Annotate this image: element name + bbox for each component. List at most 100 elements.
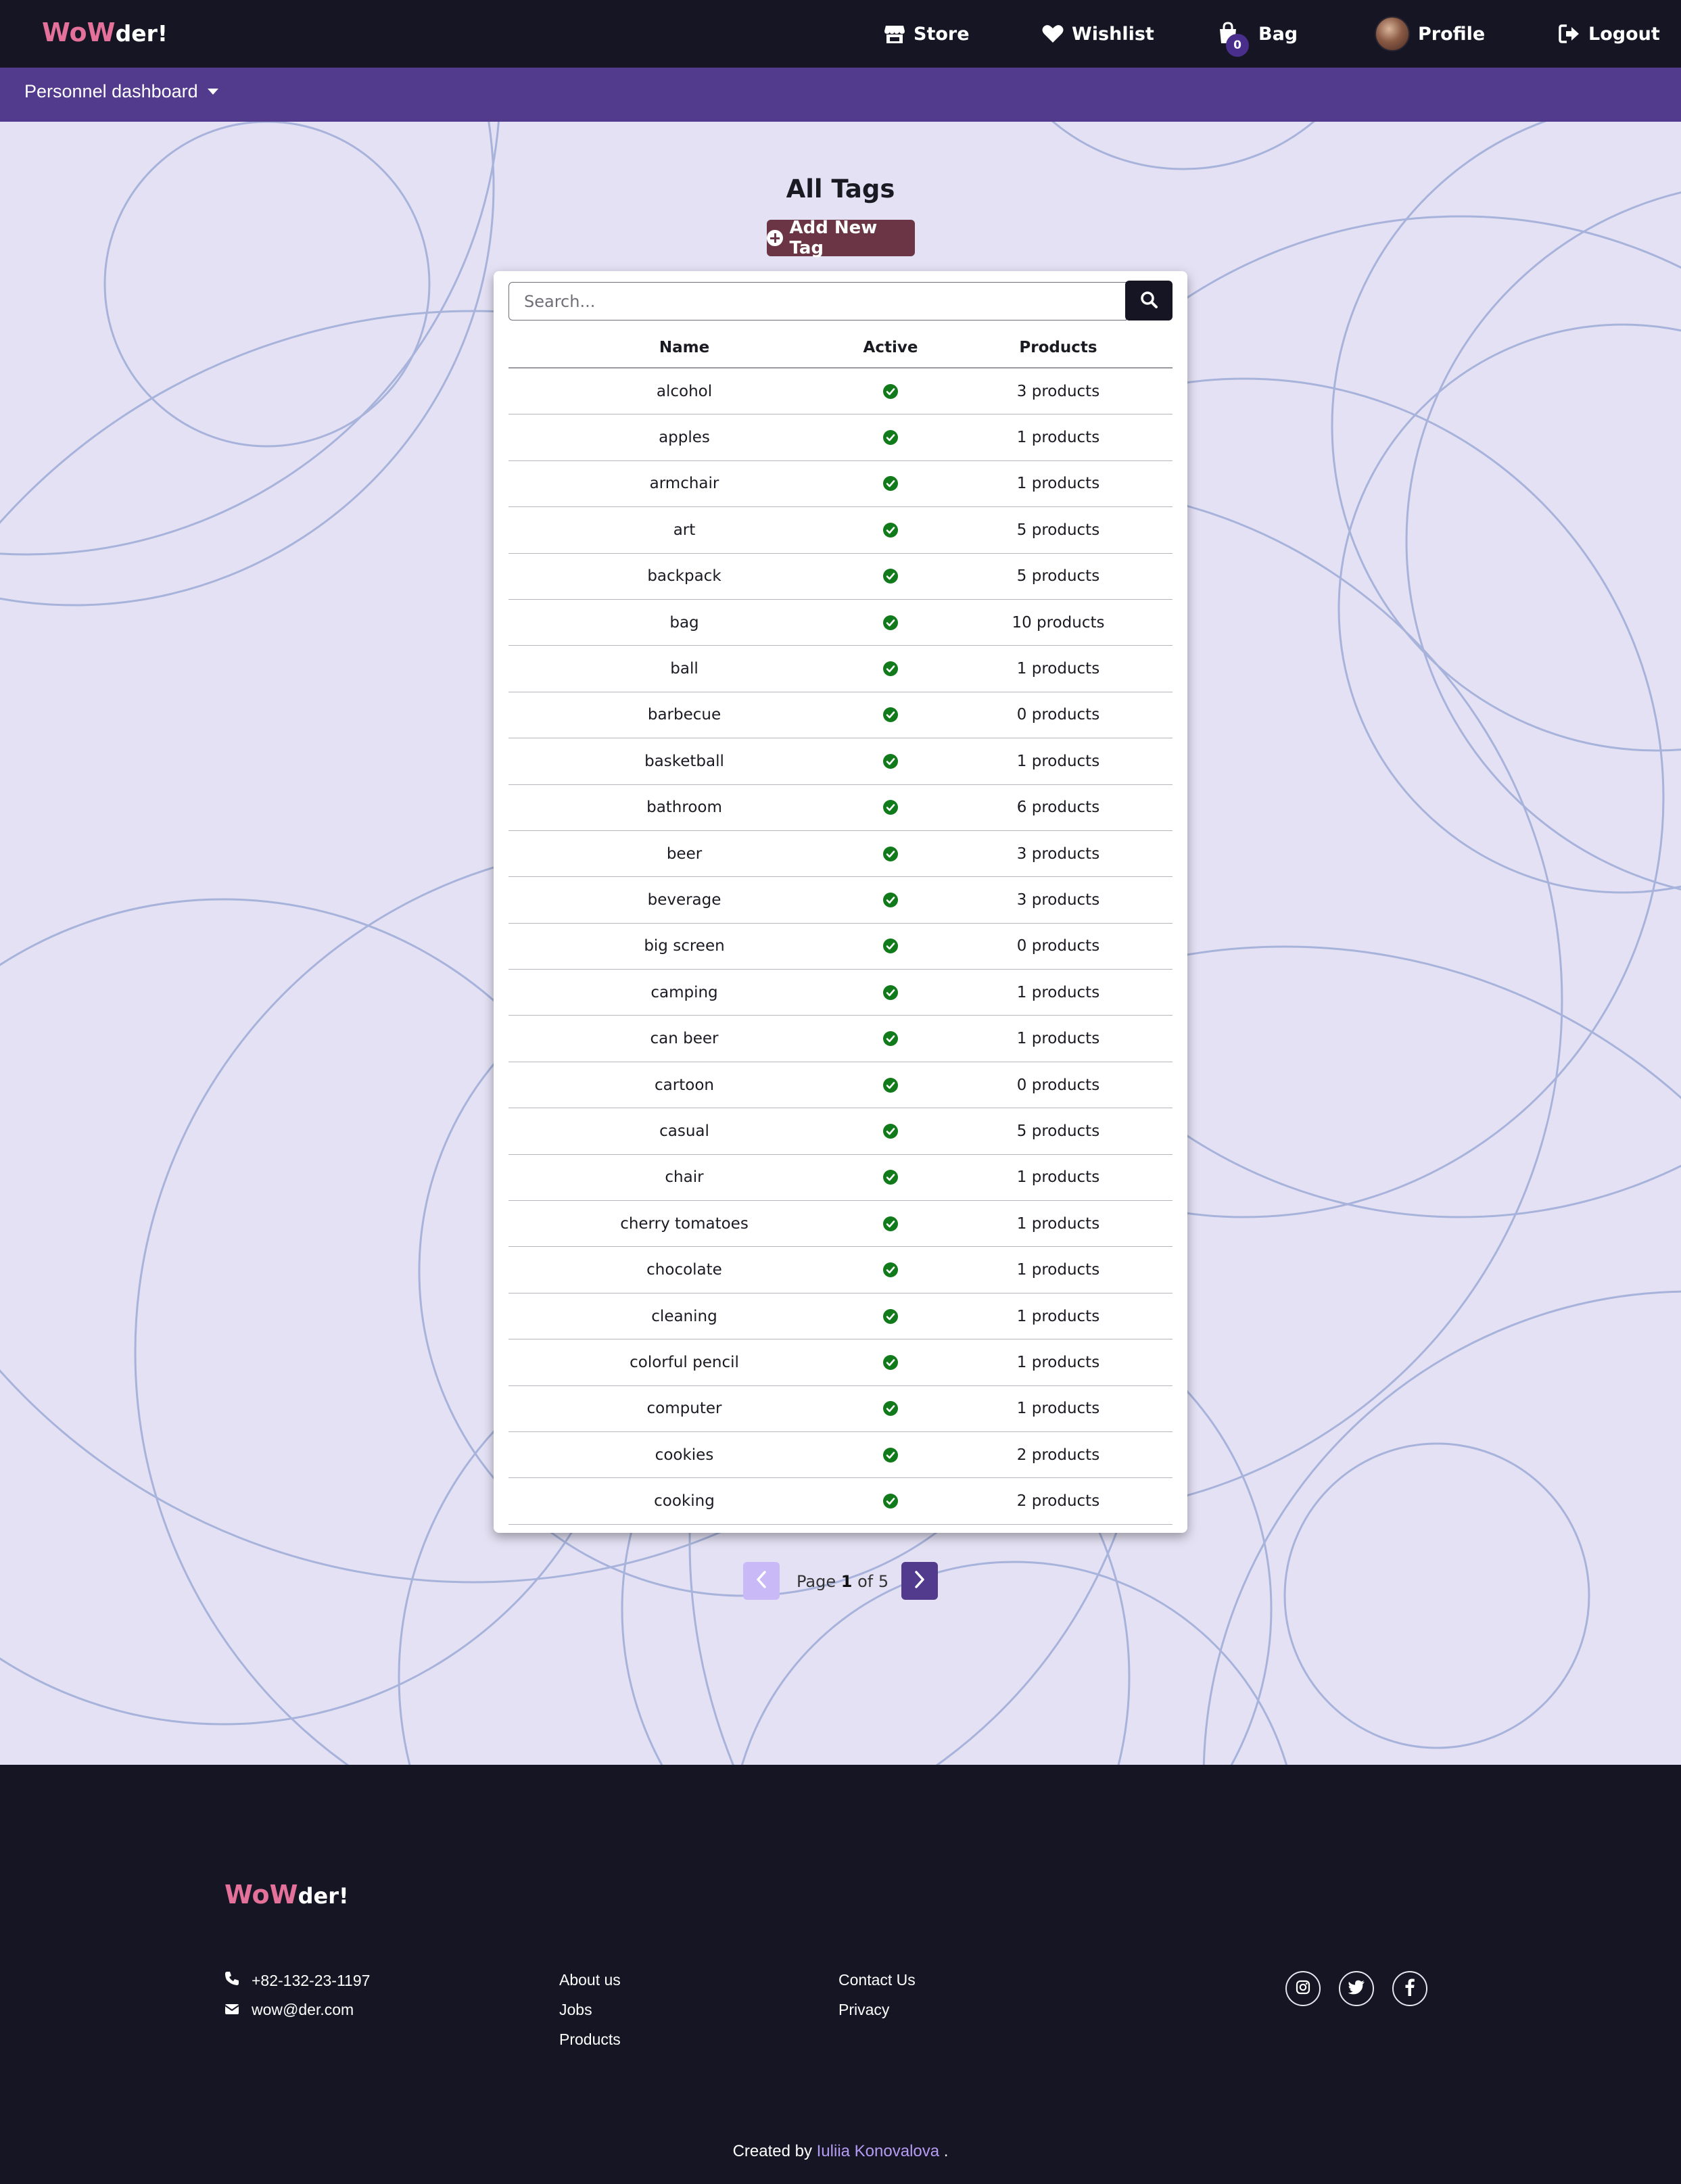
footer-link-about-us[interactable]: About us <box>559 1971 621 1989</box>
check-circle-icon <box>883 984 898 1000</box>
tag-name-cell: apples <box>659 429 710 447</box>
check-circle-icon <box>883 661 898 677</box>
tag-name-cell: ball <box>670 660 699 678</box>
check-circle-icon <box>883 615 898 630</box>
tag-products-cell: 5 products <box>1016 567 1100 586</box>
column-header-active[interactable]: Active <box>860 328 921 367</box>
facebook-link[interactable] <box>1392 1971 1427 2006</box>
table-row[interactable]: cartoon 0 products <box>508 1062 1173 1109</box>
search-input[interactable] <box>508 282 1127 321</box>
column-header-name[interactable]: Name <box>508 328 860 367</box>
table-row[interactable]: ball 1 products <box>508 646 1173 692</box>
footer-email[interactable]: wow@der.com <box>224 2001 354 2019</box>
table-row[interactable]: armchair 1 products <box>508 461 1173 508</box>
check-circle-icon <box>883 846 898 861</box>
tags-card: Name Active Products alcohol 3 products ap… <box>494 271 1187 1533</box>
column-header-products[interactable]: Products <box>982 328 1135 367</box>
tag-products-cell: 1 products <box>1016 752 1100 770</box>
nav-wishlist[interactable]: Wishlist <box>1042 20 1154 47</box>
tag-name-cell: big screen <box>644 937 725 955</box>
search-button[interactable] <box>1125 281 1173 321</box>
nav-logout[interactable]: Logout <box>1559 20 1660 47</box>
twitter-icon <box>1348 1980 1365 1997</box>
footer-brand-part2: der! <box>298 1883 349 1909</box>
check-circle-icon <box>883 753 898 769</box>
brand-logo[interactable]: WoWder! <box>42 18 168 47</box>
chevron-right-icon <box>912 1569 927 1592</box>
tag-active-cell <box>860 600 921 645</box>
table-row[interactable]: computer 1 products <box>508 1386 1173 1432</box>
table-row[interactable]: alcohol 3 products <box>508 369 1173 415</box>
tag-name-cell: armchair <box>649 475 719 493</box>
footer-link-products[interactable]: Products <box>559 2031 621 2049</box>
table-row[interactable]: colorful pencil 1 products <box>508 1339 1173 1386</box>
add-new-tag-button[interactable]: Add New Tag <box>767 218 915 258</box>
table-row[interactable]: big screen 0 products <box>508 924 1173 970</box>
bag-icon: 0 <box>1218 22 1249 57</box>
check-circle-icon <box>883 522 898 538</box>
instagram-link[interactable] <box>1285 1971 1321 2006</box>
tag-products-cell: 5 products <box>1016 521 1100 539</box>
nav-profile[interactable]: Profile <box>1375 16 1485 51</box>
personnel-dashboard-dropdown[interactable]: Personnel dashboard <box>24 81 218 102</box>
tag-active-cell <box>860 1293 921 1339</box>
pagination-status: Page 1 of 5 <box>797 1572 889 1591</box>
store-icon <box>884 24 905 44</box>
twitter-link[interactable] <box>1339 1971 1374 2006</box>
footer-link-jobs[interactable]: Jobs <box>559 2001 592 2019</box>
table-row[interactable]: cookies 2 products <box>508 1432 1173 1479</box>
nav-bag[interactable]: 0 Bag <box>1218 20 1298 57</box>
tag-products-cell: 1 products <box>1016 1168 1100 1187</box>
tag-products-cell: 0 products <box>1016 937 1100 955</box>
table-row[interactable]: chair 1 products <box>508 1155 1173 1202</box>
tag-products-cell: 1 products <box>1016 1214 1100 1233</box>
table-row[interactable]: bathroom 6 products <box>508 785 1173 831</box>
chevron-left-icon <box>754 1569 769 1592</box>
tag-products-cell: 1 products <box>1016 1353 1100 1371</box>
tag-active-cell <box>860 1386 921 1431</box>
tag-products-cell: 1 products <box>1016 983 1100 1001</box>
dashboard-dropdown-label: Personnel dashboard <box>24 81 198 101</box>
tag-name-cell: chocolate <box>646 1261 722 1279</box>
tag-active-cell <box>860 1155 921 1200</box>
pagination-next-button[interactable] <box>901 1562 938 1600</box>
table-row[interactable]: chocolate 1 products <box>508 1247 1173 1293</box>
table-row[interactable]: beer 3 products <box>508 831 1173 878</box>
logout-icon <box>1559 24 1580 44</box>
tag-active-cell <box>860 1201 921 1246</box>
footer-link-privacy[interactable]: Privacy <box>838 2001 889 2019</box>
table-row[interactable]: cooking 2 products <box>508 1478 1173 1525</box>
table-row[interactable]: can beer 1 products <box>508 1016 1173 1062</box>
table-row[interactable]: cleaning 1 products <box>508 1293 1173 1340</box>
brand-logo-part1: WoW <box>42 18 116 47</box>
check-circle-icon <box>883 569 898 584</box>
footer-link-contact-us[interactable]: Contact Us <box>838 1971 916 1989</box>
table-row[interactable]: cherry tomatoes 1 products <box>508 1201 1173 1248</box>
table-row[interactable]: art 5 products <box>508 507 1173 554</box>
tag-active-cell <box>860 877 921 922</box>
nav-bag-label: Bag <box>1258 23 1298 45</box>
nav-store[interactable]: Store <box>884 20 970 47</box>
check-circle-icon <box>883 383 898 399</box>
table-row[interactable]: casual 5 products <box>508 1108 1173 1155</box>
table-row[interactable]: bag 10 products <box>508 600 1173 646</box>
footer-phone[interactable]: +82-132-23-1197 <box>224 1971 370 1990</box>
check-circle-icon <box>883 1123 898 1139</box>
table-row[interactable]: camping 1 products <box>508 970 1173 1016</box>
tag-active-cell <box>860 414 921 460</box>
table-row[interactable]: apples 1 products <box>508 414 1173 461</box>
table-row[interactable]: backpack 5 products <box>508 554 1173 600</box>
tag-name-cell: barbecue <box>647 706 721 724</box>
footer-phone-text: +82-132-23-1197 <box>252 1971 371 1989</box>
pagination-prev-button[interactable] <box>743 1562 780 1600</box>
table-row[interactable]: basketball 1 products <box>508 738 1173 785</box>
footer-brand-logo[interactable]: WoWder! <box>224 1880 349 1909</box>
tag-active-cell <box>860 785 921 830</box>
add-new-tag-label: Add New Tag <box>789 218 878 258</box>
check-circle-icon <box>883 1354 898 1370</box>
tag-name-cell: cherry tomatoes <box>620 1214 749 1233</box>
instagram-icon <box>1295 1979 1311 1998</box>
table-row[interactable]: beverage 3 products <box>508 877 1173 924</box>
credit-author-link[interactable]: Iuliia Konovalova <box>817 2142 939 2160</box>
table-row[interactable]: barbecue 0 products <box>508 692 1173 739</box>
